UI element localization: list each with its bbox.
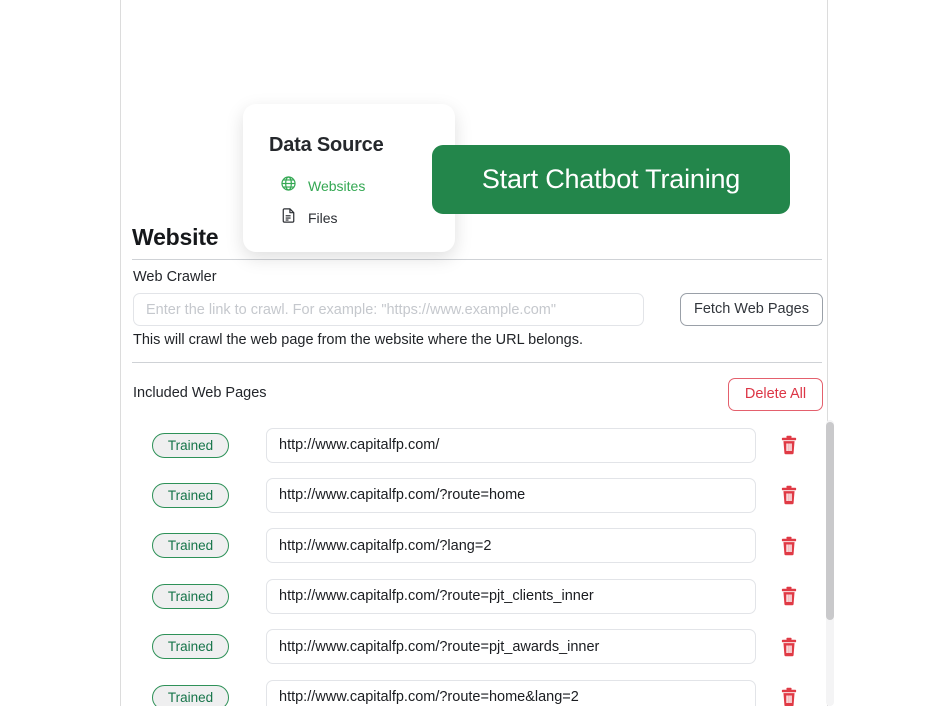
trash-icon[interactable] xyxy=(780,536,798,556)
status-badge: Trained xyxy=(152,482,229,508)
data-source-item-label: Files xyxy=(308,210,338,226)
trash-icon[interactable] xyxy=(780,485,798,505)
status-badge: Trained xyxy=(152,432,229,458)
included-web-pages-list: Trained Trained Trained Trained Trained Train… xyxy=(132,420,822,706)
web-page-url-input[interactable] xyxy=(266,629,756,665)
web-page-url-input[interactable] xyxy=(266,578,756,614)
trash-icon[interactable] xyxy=(780,435,798,455)
web-page-url-input[interactable] xyxy=(266,427,756,463)
status-badge: Trained xyxy=(152,684,229,706)
website-settings-panel: Website Web Crawler Fetch Web Pages This… xyxy=(120,0,834,706)
crawler-helper-text: This will crawl the web page from the we… xyxy=(133,332,583,348)
data-source-card: Data Source Websites Files xyxy=(243,104,455,252)
globe-icon xyxy=(280,175,297,197)
crawl-url-input[interactable] xyxy=(133,293,644,326)
table-row: Trained xyxy=(132,622,822,672)
divider-top xyxy=(132,259,822,260)
start-chatbot-training-button[interactable]: Start Chatbot Training xyxy=(432,145,790,214)
page-title: Website xyxy=(132,224,219,250)
web-crawler-label: Web Crawler xyxy=(133,269,217,285)
delete-all-button[interactable]: Delete All xyxy=(728,378,823,411)
fetch-web-pages-button[interactable]: Fetch Web Pages xyxy=(680,293,823,326)
table-row: Trained xyxy=(132,420,822,470)
table-row: Trained xyxy=(132,521,822,571)
list-scrollbar-thumb[interactable] xyxy=(826,422,834,620)
status-badge: Trained xyxy=(152,583,229,609)
table-row: Trained xyxy=(132,571,822,621)
screen: Website Web Crawler Fetch Web Pages This… xyxy=(0,0,940,706)
status-badge: Trained xyxy=(152,533,229,559)
data-source-item-label: Websites xyxy=(308,178,366,194)
data-source-item-files[interactable]: Files xyxy=(280,207,338,229)
web-page-url-input[interactable] xyxy=(266,528,756,564)
data-source-item-websites[interactable]: Websites xyxy=(280,175,365,197)
trash-icon[interactable] xyxy=(780,586,798,606)
included-web-pages-label: Included Web Pages xyxy=(133,385,267,401)
web-page-url-input[interactable] xyxy=(266,477,756,513)
trash-icon[interactable] xyxy=(780,687,798,706)
divider-middle xyxy=(132,362,822,363)
trash-icon[interactable] xyxy=(780,637,798,657)
table-row: Trained xyxy=(132,672,822,706)
table-row: Trained xyxy=(132,470,822,520)
data-source-title: Data Source xyxy=(269,134,384,156)
document-icon xyxy=(280,207,297,229)
status-badge: Trained xyxy=(152,634,229,660)
web-page-url-input[interactable] xyxy=(266,679,756,706)
